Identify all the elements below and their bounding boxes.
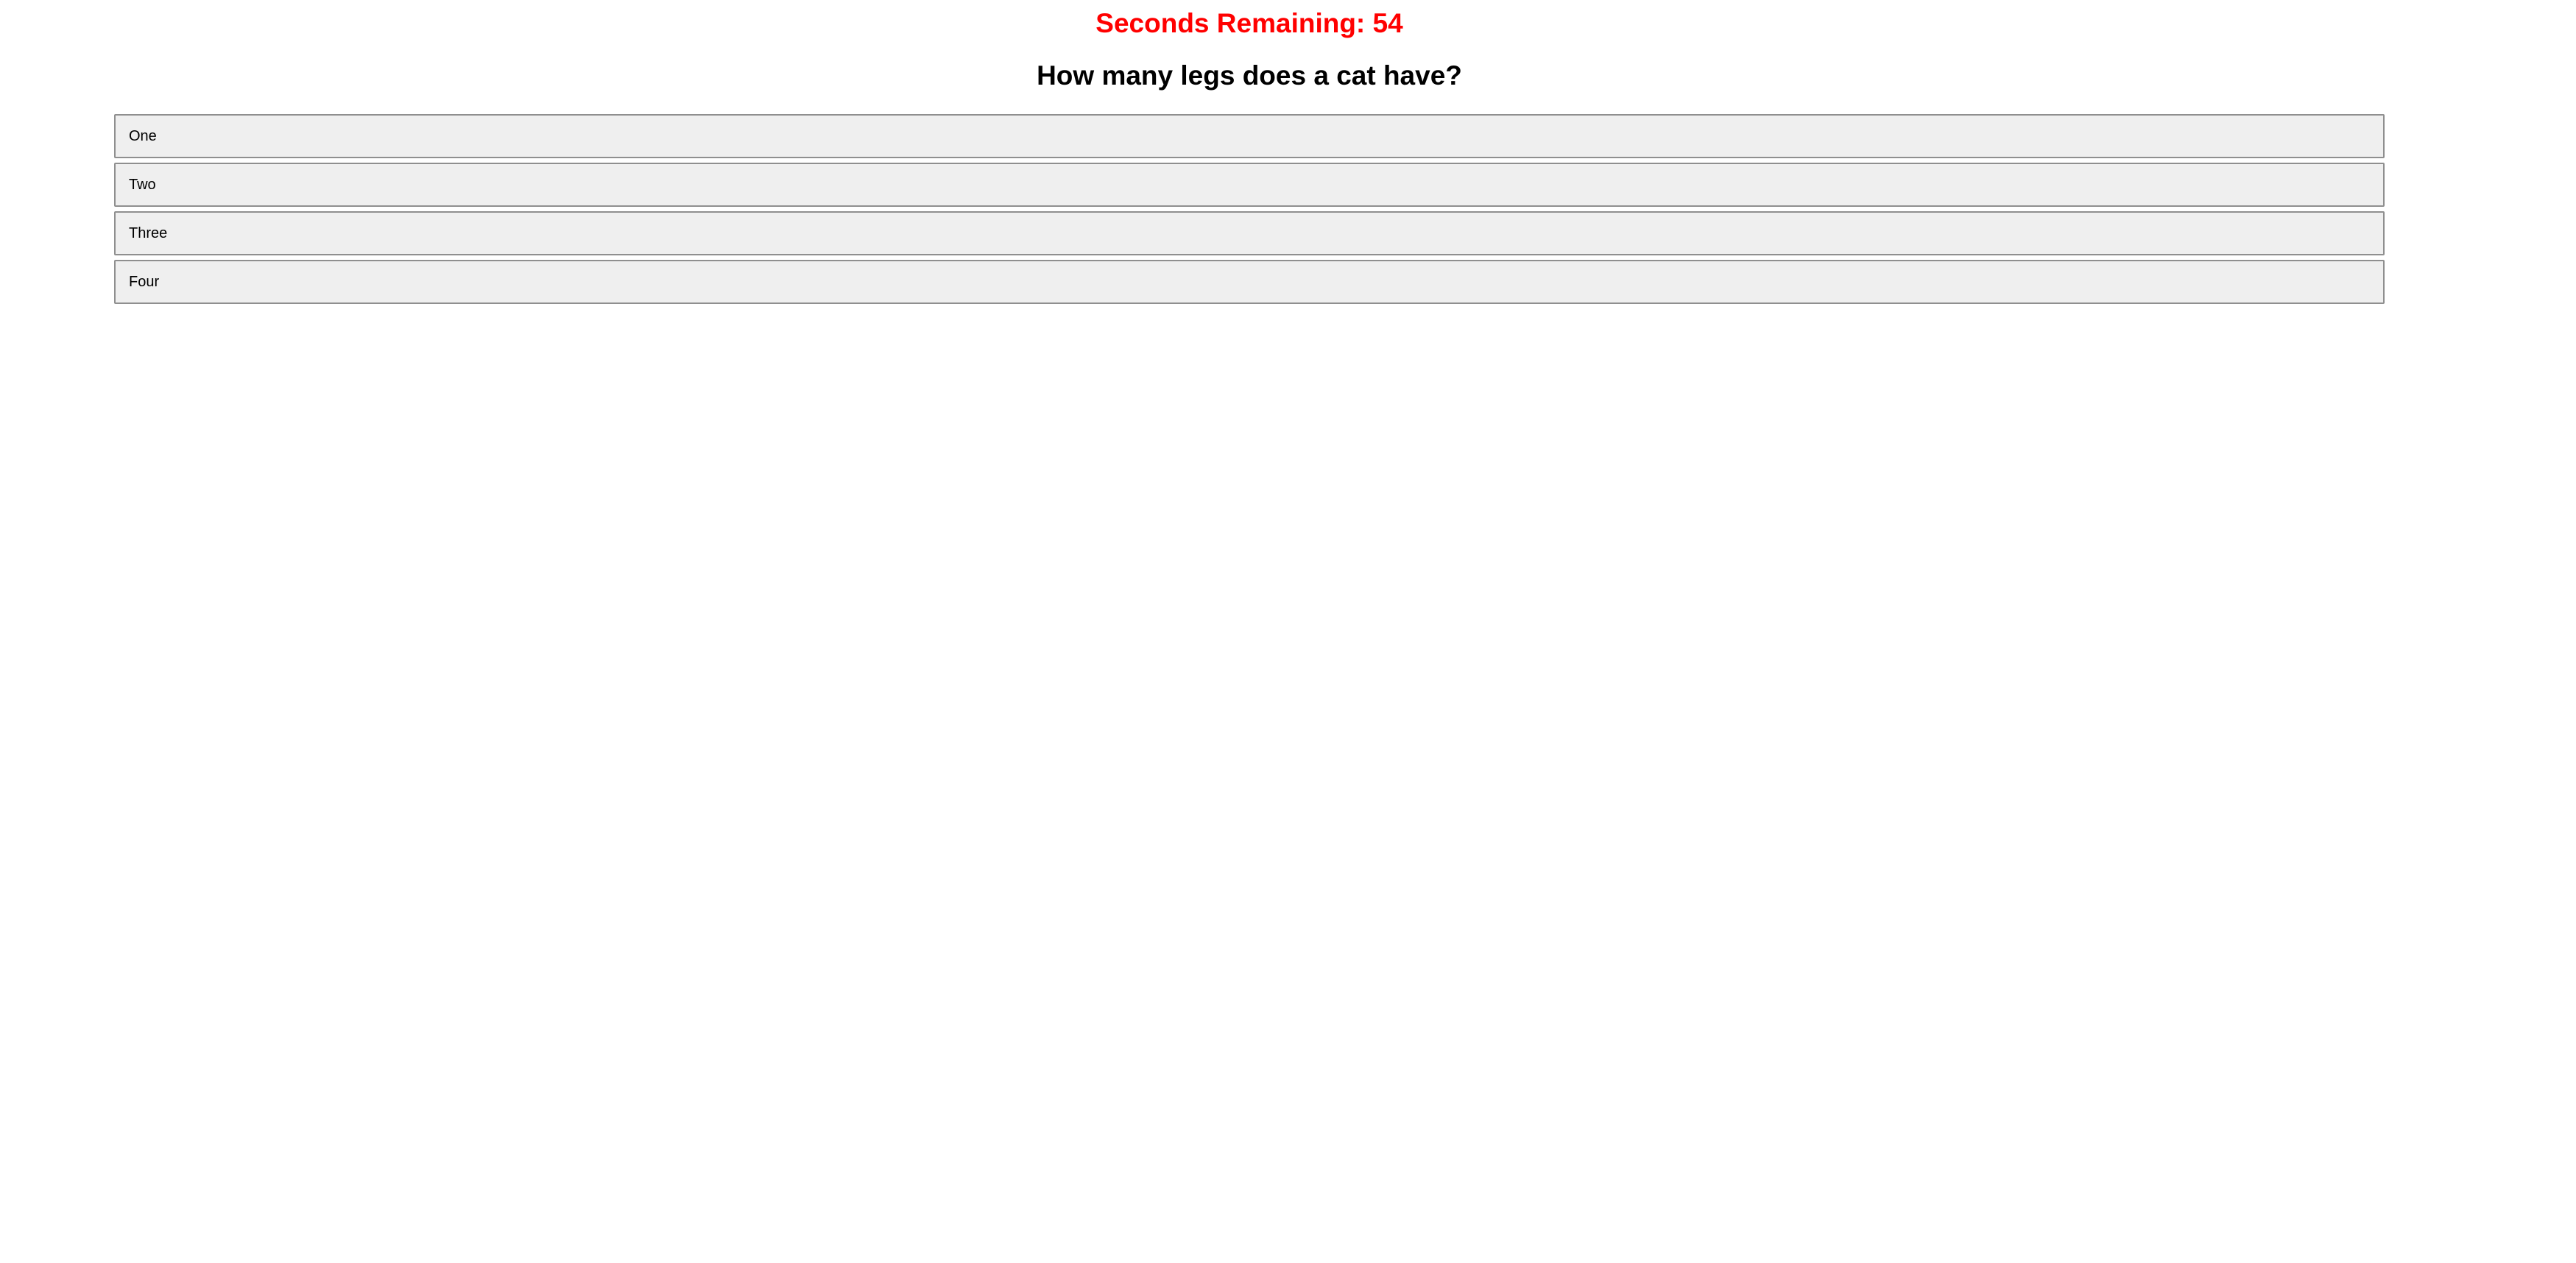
answer-button-four[interactable]: Four	[114, 260, 2385, 304]
answer-list: One Two Three Four	[114, 114, 2385, 308]
answer-button-three[interactable]: Three	[114, 211, 2385, 255]
answer-button-one[interactable]: One	[114, 114, 2385, 158]
question-text: How many legs does a cat have?	[1037, 60, 1462, 91]
answer-button-two[interactable]: Two	[114, 163, 2385, 207]
countdown-timer: Seconds Remaining: 54	[1095, 8, 1403, 38]
